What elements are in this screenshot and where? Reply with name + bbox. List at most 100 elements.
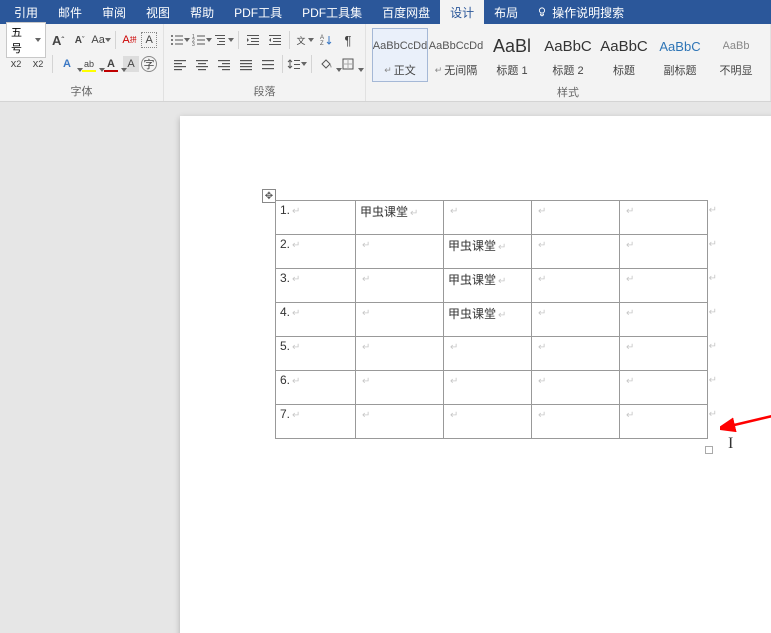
decrease-indent-button[interactable]	[243, 30, 263, 50]
document-table[interactable]: 1.↵甲虫课堂↵↵↵↵↵2.↵↵甲虫课堂↵↵↵↵3.↵↵甲虫课堂↵↵↵↵4.↵↵…	[275, 200, 708, 439]
table-move-handle[interactable]: ✥	[262, 189, 276, 203]
document-page[interactable]: ✥ 1.↵甲虫课堂↵↵↵↵↵2.↵↵甲虫课堂↵↵↵↵3.↵↵甲虫课堂↵↵↵↵4.…	[180, 116, 771, 633]
table-cell[interactable]: ↵	[532, 303, 620, 337]
table-cell[interactable]: 4.↵	[276, 303, 356, 337]
table-cell[interactable]: ↵↵	[620, 235, 708, 269]
increase-indent-button[interactable]	[265, 30, 285, 50]
style-heading1[interactable]: AaBl 标题 1	[484, 28, 540, 82]
tab-help[interactable]: 帮助	[180, 0, 224, 25]
style-heading2[interactable]: AaBbC 标题 2	[540, 28, 596, 82]
tab-mailings[interactable]: 邮件	[48, 0, 92, 25]
table-row[interactable]: 7.↵↵↵↵↵↵	[276, 405, 708, 439]
align-distribute-button[interactable]	[258, 54, 278, 74]
tab-layout[interactable]: 布局	[484, 0, 528, 25]
table-cell[interactable]: ↵	[444, 371, 532, 405]
tab-view[interactable]: 视图	[136, 0, 180, 25]
table-cell[interactable]: 5.↵	[276, 337, 356, 371]
table-row[interactable]: 2.↵↵甲虫课堂↵↵↵↵	[276, 235, 708, 269]
table-row[interactable]: 3.↵↵甲虫课堂↵↵↵↵	[276, 269, 708, 303]
shrink-font-button[interactable]: Aˇ	[70, 30, 90, 50]
tab-references[interactable]: 引用	[4, 0, 48, 25]
table-cell[interactable]: 6.↵	[276, 371, 356, 405]
table-cell[interactable]: ↵	[532, 371, 620, 405]
table-cell[interactable]: ↵	[532, 337, 620, 371]
table-cell[interactable]: ↵	[356, 337, 444, 371]
table-cell[interactable]: ↵↵	[620, 371, 708, 405]
sort-button[interactable]: AZ	[316, 30, 336, 50]
tab-baidu[interactable]: 百度网盘	[372, 0, 440, 25]
multilevel-list-button[interactable]	[214, 30, 234, 50]
table-cell[interactable]: 甲虫课堂↵	[444, 269, 532, 303]
tab-pdf-tool[interactable]: PDF工具	[224, 0, 292, 25]
table-cell[interactable]: ↵	[444, 337, 532, 371]
table-cell[interactable]: 1.↵	[276, 201, 356, 235]
tab-pdf-tools[interactable]: PDF工具集	[292, 0, 372, 25]
table-cell[interactable]: ↵	[356, 405, 444, 439]
numbering-button[interactable]: 123	[192, 30, 212, 50]
table-row[interactable]: 6.↵↵↵↵↵↵	[276, 371, 708, 405]
subscript-button[interactable]: x2	[28, 54, 48, 74]
table-cell[interactable]: ↵	[444, 201, 532, 235]
font-size-combo[interactable]: 五号	[6, 22, 46, 58]
table-cell[interactable]: ↵↵	[620, 201, 708, 235]
table-cell[interactable]: ↵	[356, 303, 444, 337]
style-name: 标题 2	[552, 62, 583, 78]
table-row[interactable]: 4.↵↵甲虫课堂↵↵↵↵	[276, 303, 708, 337]
tell-me-label: 操作说明搜索	[552, 4, 624, 21]
table-cell[interactable]: ↵	[356, 269, 444, 303]
table-cell[interactable]: ↵↵	[620, 303, 708, 337]
borders-button[interactable]	[338, 54, 358, 74]
align-justify-button[interactable]	[236, 54, 256, 74]
bullets-button[interactable]	[170, 30, 190, 50]
table-cell[interactable]: 3.↵	[276, 269, 356, 303]
text-effects-button[interactable]: A	[57, 54, 77, 74]
tell-me-search[interactable]: 操作说明搜索	[528, 4, 624, 21]
style-nospacing[interactable]: AaBbCcDd ↵无间隔	[428, 28, 484, 82]
font-color-button[interactable]: A	[101, 54, 121, 74]
table-cell[interactable]: ↵	[356, 235, 444, 269]
font-group-label: 字体	[6, 81, 157, 99]
style-title[interactable]: AaBbC 标题	[596, 28, 652, 82]
separator	[282, 55, 283, 73]
bullets-icon	[170, 33, 184, 47]
bucket-icon	[319, 57, 333, 71]
align-right-button[interactable]	[214, 54, 234, 74]
style-preview: AaBb	[723, 32, 750, 60]
table-cell[interactable]: ↵	[532, 235, 620, 269]
highlight-button[interactable]: ab	[79, 54, 99, 74]
text-direction-button[interactable]: 文	[294, 30, 314, 50]
char-border-button[interactable]: A	[141, 32, 157, 48]
tab-design[interactable]: 设计	[440, 0, 484, 25]
enclose-char-button[interactable]: 字	[141, 56, 157, 72]
phonetic-guide-button[interactable]: A拼	[120, 30, 140, 50]
table-cell[interactable]: ↵	[532, 405, 620, 439]
style-subtle[interactable]: AaBb 不明显	[708, 28, 764, 82]
table-row[interactable]: 1.↵甲虫课堂↵↵↵↵↵	[276, 201, 708, 235]
document-area[interactable]: ✥ 1.↵甲虫课堂↵↵↵↵↵2.↵↵甲虫课堂↵↵↵↵3.↵↵甲虫课堂↵↵↵↵4.…	[0, 102, 771, 633]
table-cell[interactable]: ↵	[444, 405, 532, 439]
grow-font-button[interactable]: Aˆ	[48, 30, 68, 50]
tab-review[interactable]: 审阅	[92, 0, 136, 25]
table-cell[interactable]: ↵↵	[620, 269, 708, 303]
align-left-button[interactable]	[170, 54, 190, 74]
table-cell[interactable]: 甲虫课堂↵	[444, 303, 532, 337]
table-resize-handle[interactable]	[705, 446, 713, 454]
table-cell[interactable]: ↵	[532, 201, 620, 235]
line-spacing-button[interactable]	[287, 54, 307, 74]
table-cell[interactable]: 7.↵	[276, 405, 356, 439]
change-case-button[interactable]: Aa	[91, 30, 111, 50]
show-marks-button[interactable]: ¶	[338, 30, 358, 50]
table-cell[interactable]: 甲虫课堂↵	[356, 201, 444, 235]
table-cell[interactable]: 甲虫课堂↵	[444, 235, 532, 269]
table-cell[interactable]: ↵↵	[620, 405, 708, 439]
align-center-button[interactable]	[192, 54, 212, 74]
shading-button[interactable]	[316, 54, 336, 74]
table-row[interactable]: 5.↵↵↵↵↵↵	[276, 337, 708, 371]
table-cell[interactable]: ↵	[356, 371, 444, 405]
style-subtitle[interactable]: AaBbC 副标题	[652, 28, 708, 82]
table-cell[interactable]: ↵↵	[620, 337, 708, 371]
table-cell[interactable]: ↵	[532, 269, 620, 303]
style-normal[interactable]: AaBbCcDd ↵正文	[372, 28, 428, 82]
table-cell[interactable]: 2.↵	[276, 235, 356, 269]
superscript-button[interactable]: x2	[6, 54, 26, 74]
